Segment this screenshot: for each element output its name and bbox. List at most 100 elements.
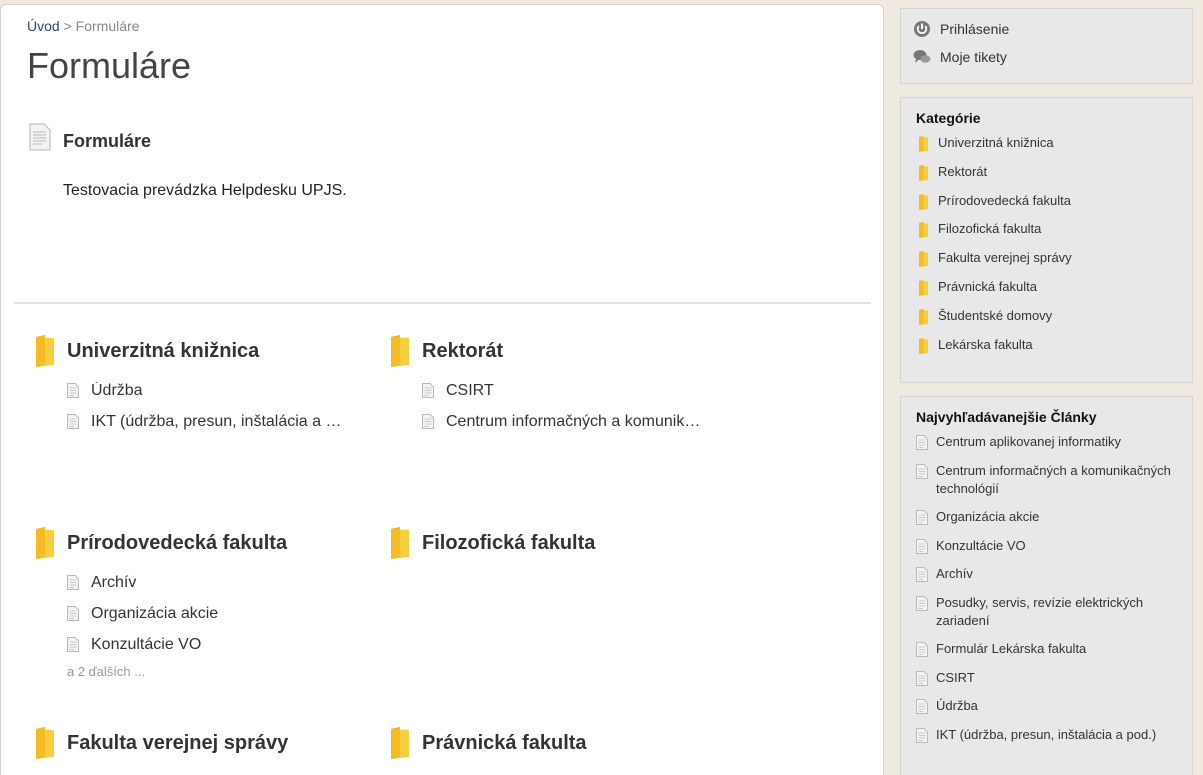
popular-article-item[interactable]: IKT (údržba, presun, inštalácia a pod.) xyxy=(916,726,1192,744)
document-icon xyxy=(29,123,51,151)
document-icon xyxy=(916,671,928,686)
document-icon xyxy=(916,642,928,657)
sidebar-category-label[interactable]: Právnická fakulta xyxy=(938,278,1037,296)
popular-article-label[interactable]: Konzultácie VO xyxy=(936,537,1026,555)
my-tickets-label[interactable]: Moje tikety xyxy=(940,49,1007,65)
folder-icon xyxy=(916,309,930,325)
document-icon xyxy=(422,414,434,429)
user-box: Prihlásenie Moje tikety xyxy=(900,8,1193,84)
sidebar-category-label[interactable]: Filozofická fakulta xyxy=(938,220,1041,238)
list-item[interactable]: Centrum informačných a komunik… xyxy=(422,406,728,437)
categories-list: Univerzitná knižnica Rektorát Prírodovedec… xyxy=(901,134,1192,364)
sidebar-category-item[interactable]: Študentské domovy xyxy=(916,307,1192,336)
document-icon xyxy=(67,414,79,429)
page-title: Formuláre xyxy=(27,45,192,86)
popular-article-label[interactable]: Údržba xyxy=(936,697,978,715)
sidebar-category-label[interactable]: Lekárska fakulta xyxy=(938,336,1033,354)
popular-article-label[interactable]: IKT (údržba, presun, inštalácia a pod.) xyxy=(936,726,1156,744)
category-title[interactable]: Fakulta verejnej správy xyxy=(67,732,288,755)
popular-article-label[interactable]: Posudky, servis, revízie elektrických za… xyxy=(936,594,1186,630)
document-icon xyxy=(67,383,79,398)
sidebar-category-item[interactable]: Lekárska fakulta xyxy=(916,336,1192,365)
category-prirodovedecka-fakulta: Prírodovedecká fakulta Archív Organizáci… xyxy=(33,525,373,679)
popular-article-item[interactable]: Archív xyxy=(916,565,1192,583)
popular-article-item[interactable]: Údržba xyxy=(916,697,1192,715)
document-icon xyxy=(916,539,928,554)
category-title[interactable]: Právnická fakulta xyxy=(422,732,587,755)
category-pravnicka-fakulta: Právnická fakulta xyxy=(388,725,728,761)
document-icon xyxy=(67,575,79,590)
document-icon xyxy=(916,464,928,479)
popular-article-item[interactable]: Centrum informačných a komunikačných tec… xyxy=(916,462,1192,498)
sidebar-category-item[interactable]: Prírodovedecká fakulta xyxy=(916,192,1192,221)
category-title[interactable]: Rektorát xyxy=(422,340,503,363)
folder-icon xyxy=(388,527,410,559)
chat-bubbles-icon xyxy=(913,50,931,63)
popular-articles-title: Najvyhľadávanejšie Články xyxy=(916,409,1097,425)
sidebar-category-label[interactable]: Fakulta verejnej správy xyxy=(938,249,1072,267)
breadcrumb-home-link[interactable]: Úvod xyxy=(27,18,60,34)
list-item[interactable]: Organizácia akcie xyxy=(67,598,373,629)
popular-articles-list: Centrum aplikovanej informatiky Centrum i… xyxy=(901,433,1192,744)
sidebar-category-item[interactable]: Univerzitná knižnica xyxy=(916,134,1192,163)
sidebar-category-label[interactable]: Prírodovedecká fakulta xyxy=(938,192,1071,210)
category-rektorat: Rektorát CSIRT Centrum informačných a ko… xyxy=(388,333,728,437)
document-icon xyxy=(916,435,928,450)
sidebar-category-label[interactable]: Rektorát xyxy=(938,163,987,181)
folder-icon xyxy=(916,338,930,354)
sidebar-category-item[interactable]: Fakulta verejnej správy xyxy=(916,249,1192,278)
sidebar-category-item[interactable]: Rektorát xyxy=(916,163,1192,192)
folder-icon xyxy=(388,335,410,367)
popular-article-label[interactable]: Organizácia akcie xyxy=(936,508,1039,526)
list-item[interactable]: IKT (údržba, presun, inštalácia a … xyxy=(67,406,373,437)
document-icon xyxy=(916,699,928,714)
list-item[interactable]: Konzultácie VO xyxy=(67,629,373,660)
folder-icon xyxy=(388,727,410,759)
my-tickets-link[interactable]: Moje tikety xyxy=(901,43,1192,71)
category-title[interactable]: Filozofická fakulta xyxy=(422,532,595,555)
popular-articles-box: Najvyhľadávanejšie Články Centrum apliko… xyxy=(900,396,1193,775)
folder-icon xyxy=(916,136,930,152)
document-icon xyxy=(67,606,79,621)
divider xyxy=(14,302,871,304)
sidebar-category-label[interactable]: Študentské domovy xyxy=(938,307,1052,325)
folder-icon xyxy=(916,165,930,181)
more-link[interactable]: a 2 ďalších ... xyxy=(33,664,373,679)
list-item[interactable]: Archív xyxy=(67,567,373,598)
popular-article-label[interactable]: Centrum aplikovanej informatiky xyxy=(936,433,1121,451)
list-item[interactable]: Údržba xyxy=(67,375,373,406)
popular-article-label[interactable]: Archív xyxy=(936,565,973,583)
folder-icon xyxy=(916,194,930,210)
category-univerzitna-kniznica: Univerzitná knižnica Údržba IKT (údržba,… xyxy=(33,333,373,437)
category-title[interactable]: Univerzitná knižnica xyxy=(67,340,259,363)
breadcrumb-separator: > xyxy=(63,18,72,34)
categories-box: Kategórie Univerzitná knižnica Rektorát Pr… xyxy=(900,97,1193,383)
popular-article-label[interactable]: Centrum informačných a komunikačných tec… xyxy=(936,462,1186,498)
folder-icon xyxy=(916,251,930,267)
category-title[interactable]: Prírodovedecká fakulta xyxy=(67,532,287,555)
popular-article-item[interactable]: Formulár Lekárska fakulta xyxy=(916,640,1192,658)
breadcrumb-current: Formuláre xyxy=(75,18,140,34)
popular-article-item[interactable]: Organizácia akcie xyxy=(916,508,1192,526)
category-filozoficka-fakulta: Filozofická fakulta xyxy=(388,525,728,561)
popular-article-item[interactable]: CSIRT xyxy=(916,669,1192,687)
categories-title: Kategórie xyxy=(916,110,981,126)
sidebar-category-item[interactable]: Filozofická fakulta xyxy=(916,220,1192,249)
document-icon xyxy=(67,637,79,652)
popular-article-label[interactable]: CSIRT xyxy=(936,669,975,687)
folder-icon xyxy=(916,280,930,296)
document-icon xyxy=(916,510,928,525)
sidebar-category-label[interactable]: Univerzitná knižnica xyxy=(938,134,1054,152)
popular-article-item[interactable]: Posudky, servis, revízie elektrických za… xyxy=(916,594,1192,630)
folder-icon xyxy=(33,527,55,559)
category-fakulta-verejnej-spravy: Fakulta verejnej správy xyxy=(33,725,373,761)
sidebar-category-item[interactable]: Právnická fakulta xyxy=(916,278,1192,307)
popular-article-label[interactable]: Formulár Lekárska fakulta xyxy=(936,640,1086,658)
list-item[interactable]: CSIRT xyxy=(422,375,728,406)
login-link[interactable]: Prihlásenie xyxy=(901,15,1192,43)
login-label[interactable]: Prihlásenie xyxy=(940,21,1009,37)
folder-icon xyxy=(33,727,55,759)
popular-article-item[interactable]: Centrum aplikovanej informatiky xyxy=(916,433,1192,451)
popular-article-item[interactable]: Konzultácie VO xyxy=(916,537,1192,555)
document-icon xyxy=(422,383,434,398)
